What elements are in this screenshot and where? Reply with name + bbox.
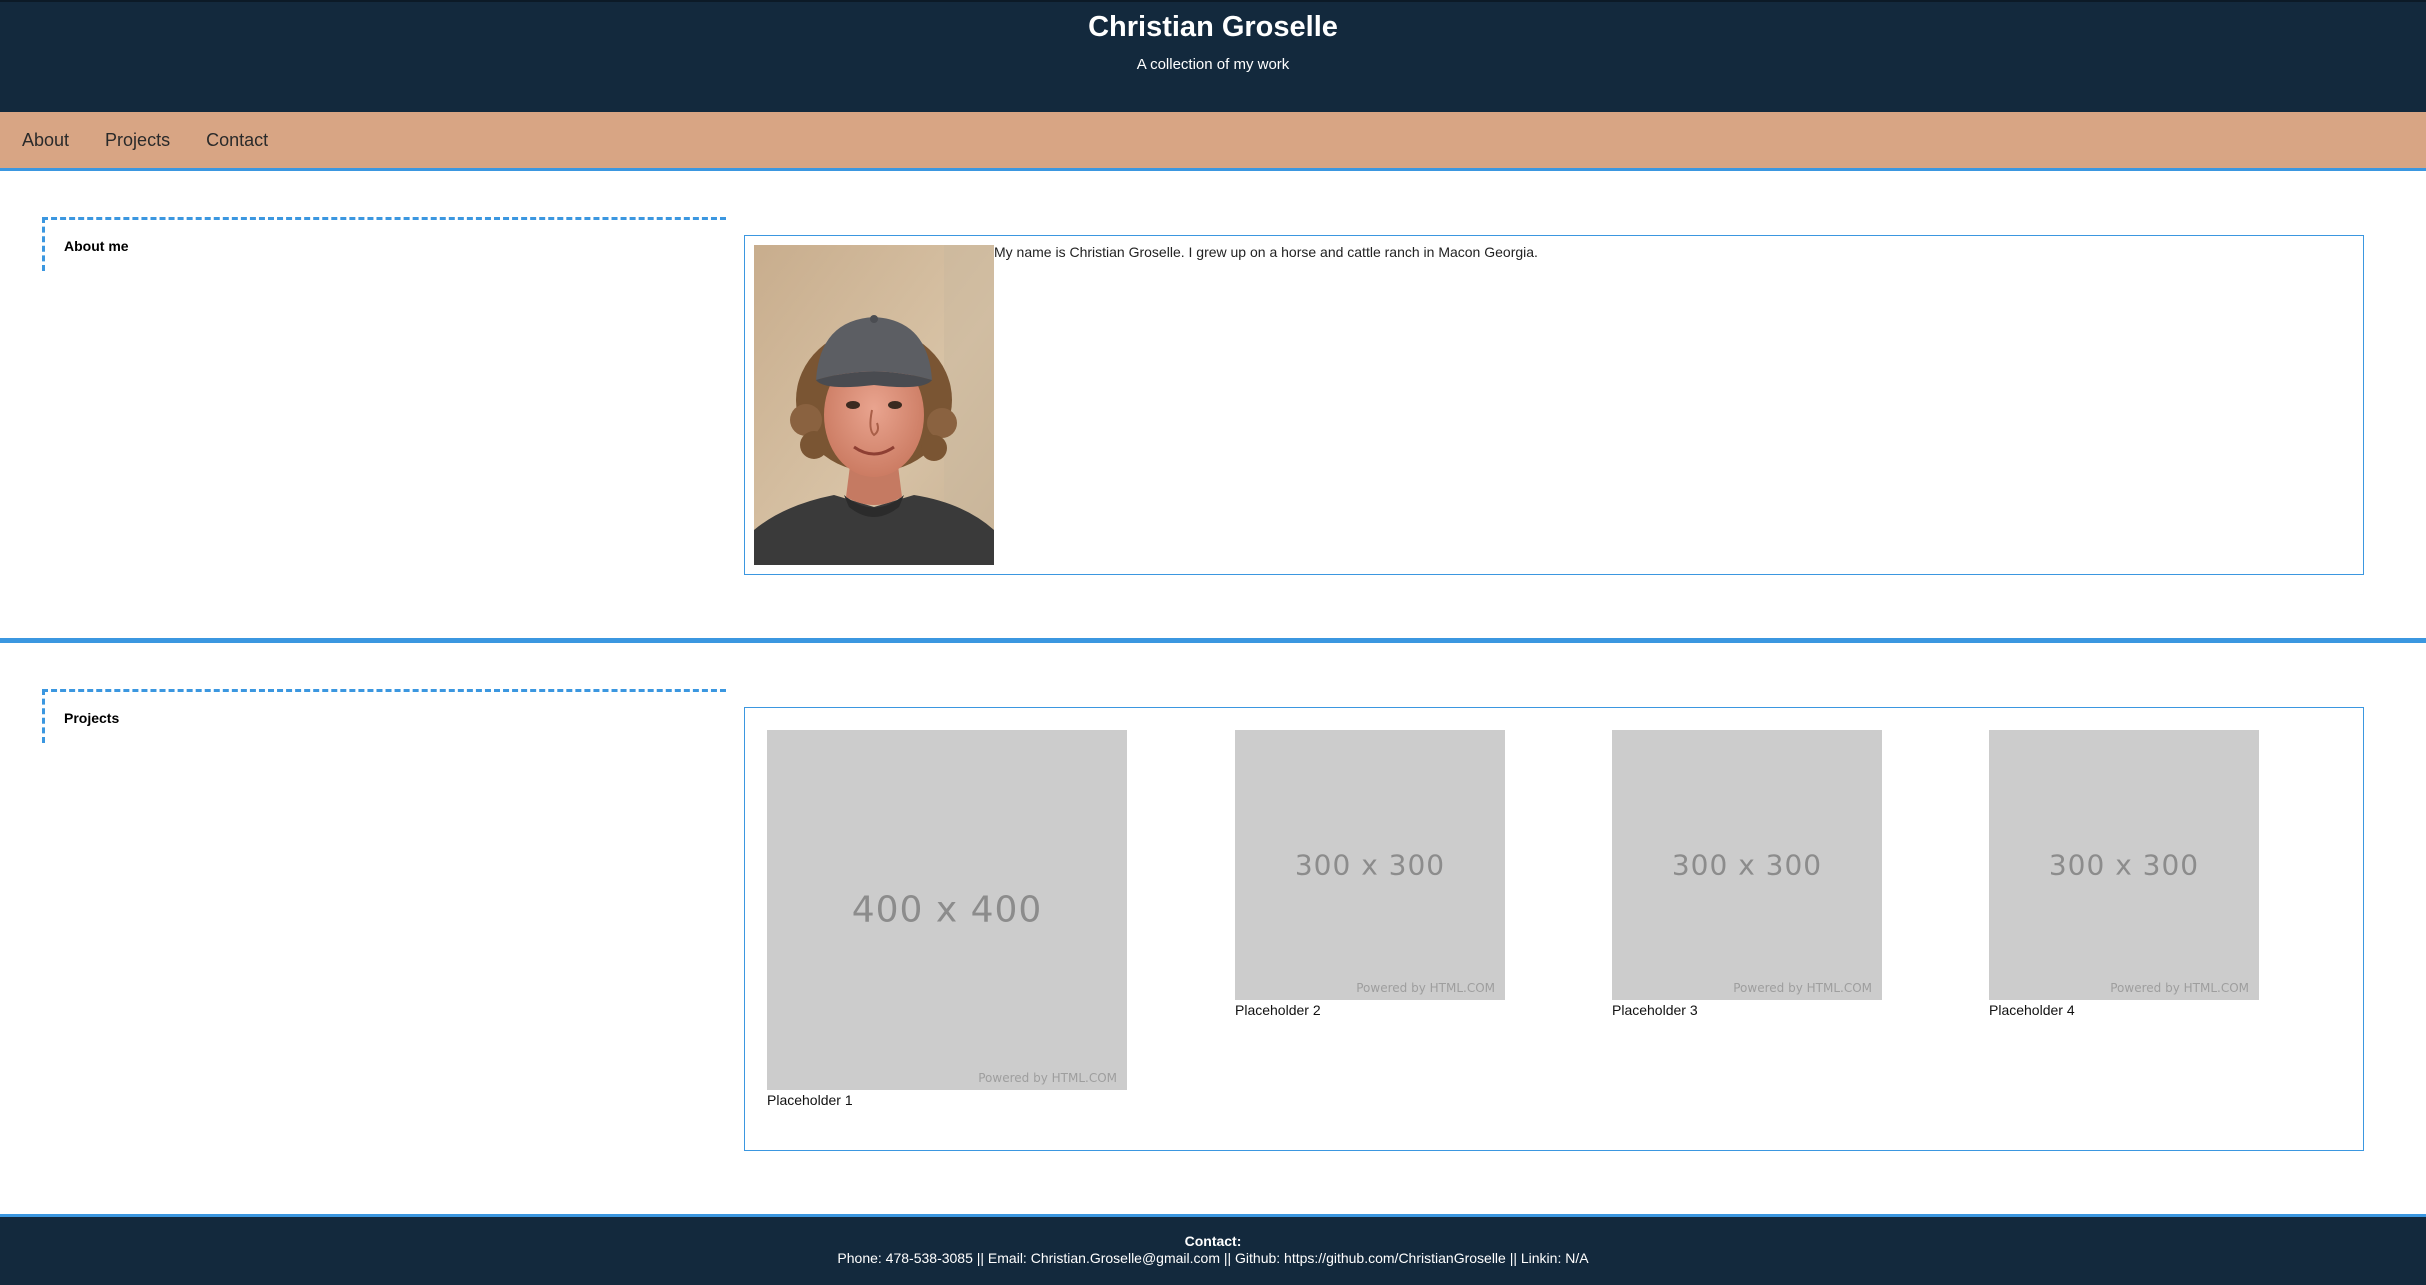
site-footer: Contact: Phone: 478-538-3085 || Email: C… xyxy=(0,1214,2426,1285)
site-subtitle: A collection of my work xyxy=(1136,56,1290,73)
placeholder-powered-text: Powered by HTML.COM xyxy=(1733,981,1872,995)
site-title: Christian Groselle xyxy=(1088,11,1338,43)
about-section: About me My name is Christian Groselle. … xyxy=(0,172,2426,638)
placeholder-powered-text: Powered by HTML.COM xyxy=(1356,981,1495,995)
project-placeholder-image[interactable]: 400 x 400 Powered by HTML.COM xyxy=(767,730,1127,1090)
about-heading: About me xyxy=(42,217,726,271)
project-placeholder-image[interactable]: 300 x 300 Powered by HTML.COM xyxy=(1989,730,2259,1000)
project-placeholder-image[interactable]: 300 x 300 Powered by HTML.COM xyxy=(1612,730,1882,1000)
footer-contact-line: Phone: 478-538-3085 || Email: Christian.… xyxy=(837,1250,1589,1266)
placeholder-size-text: 400 x 400 xyxy=(851,889,1043,931)
projects-heading: Projects xyxy=(42,689,726,743)
about-content-box: My name is Christian Groselle. I grew up… xyxy=(744,235,2364,575)
project-caption: Placeholder 2 xyxy=(1235,1002,1321,1018)
nav-item-projects[interactable]: Projects xyxy=(105,130,170,151)
placeholder-size-text: 300 x 300 xyxy=(1671,848,1823,882)
project-placeholder-image[interactable]: 300 x 300 Powered by HTML.COM xyxy=(1235,730,1505,1000)
nav-item-about[interactable]: About xyxy=(22,130,69,151)
projects-section: Projects 400 x 400 Powered by HTML.COM P… xyxy=(0,643,2426,1214)
about-text: My name is Christian Groselle. I grew up… xyxy=(994,244,1538,260)
placeholder-size-text: 300 x 300 xyxy=(1294,848,1446,882)
placeholder-powered-text: Powered by HTML.COM xyxy=(2110,981,2249,995)
nav-item-contact[interactable]: Contact xyxy=(206,130,268,151)
profile-photo xyxy=(754,245,994,565)
main-nav: About Projects Contact xyxy=(0,112,2426,171)
projects-content-box: 400 x 400 Powered by HTML.COM Placeholde… xyxy=(744,707,2364,1151)
project-caption: Placeholder 4 xyxy=(1989,1002,2075,1018)
placeholder-size-text: 300 x 300 xyxy=(2048,848,2200,882)
footer-title: Contact: xyxy=(1184,1233,1242,1249)
site-header: Christian Groselle A collection of my wo… xyxy=(0,0,2426,112)
project-caption: Placeholder 1 xyxy=(767,1092,853,1108)
placeholder-powered-text: Powered by HTML.COM xyxy=(978,1071,1117,1085)
project-caption: Placeholder 3 xyxy=(1612,1002,1698,1018)
